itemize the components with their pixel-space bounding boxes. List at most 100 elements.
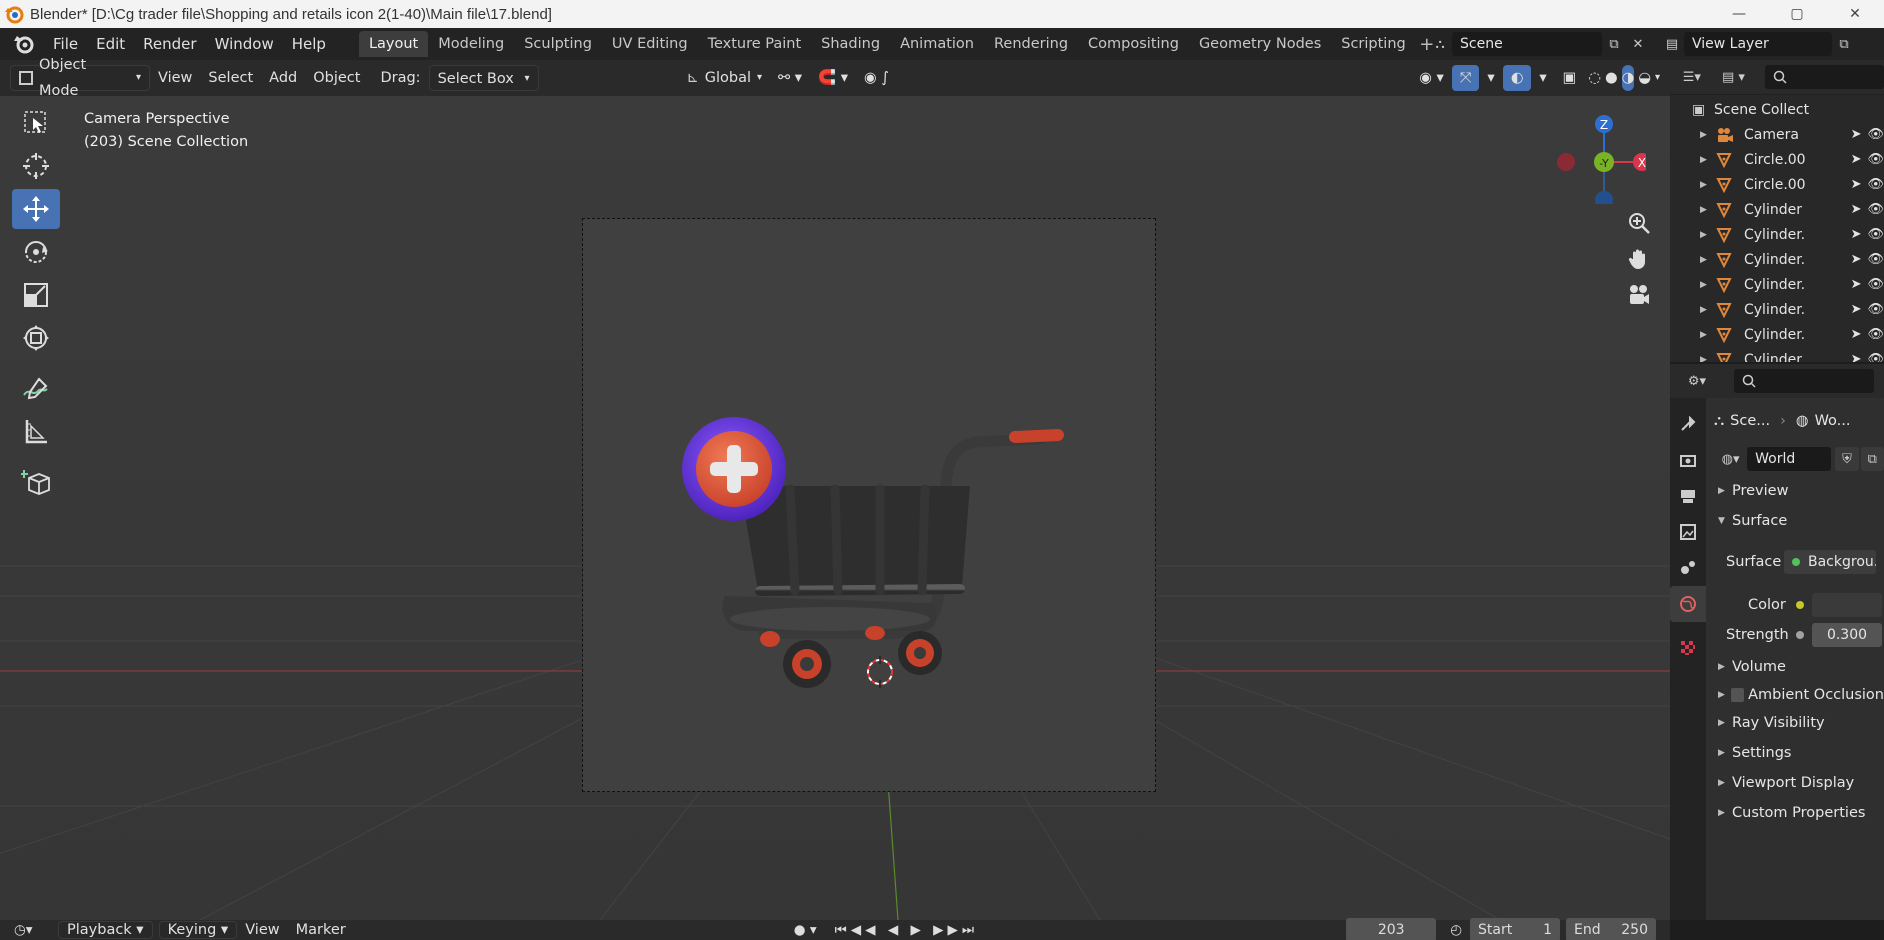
overlay-toggle-icon[interactable]: ◐ <box>1502 65 1532 91</box>
snap-icon[interactable]: 🧲 ▾ <box>810 65 856 91</box>
selectable-arrow-icon[interactable]: ➤ <box>1851 227 1862 242</box>
eye-visibility-icon[interactable]: 👁 <box>1867 202 1884 217</box>
measure-tool[interactable] <box>12 411 60 451</box>
selectable-arrow-icon[interactable]: ➤ <box>1851 202 1862 217</box>
solid-shading-icon[interactable]: ● <box>1605 65 1618 91</box>
outliner-item[interactable]: ▶ Cylinder.0 ➤ 👁 <box>1670 347 1884 362</box>
menu-window[interactable]: Window <box>206 28 283 60</box>
playback-menu[interactable]: Playback ▾ <box>58 921 153 939</box>
material-shading-icon[interactable]: ◑ <box>1621 65 1635 91</box>
selectable-arrow-icon[interactable]: ➤ <box>1851 277 1862 292</box>
eye-visibility-icon[interactable]: 👁 <box>1867 277 1884 292</box>
texture-tab[interactable] <box>1670 630 1706 666</box>
current-frame-field[interactable]: 203 <box>1346 918 1437 940</box>
wireframe-shading-icon[interactable]: ◌ <box>1588 65 1601 91</box>
section-ray-visibility[interactable]: ▶ Ray Visibility <box>1706 708 1884 738</box>
maximize-button[interactable]: ▢ <box>1768 0 1826 28</box>
tab-scripting[interactable]: Scripting <box>1331 31 1415 57</box>
transform-orientation-selector[interactable]: ⊾ Global ▾ <box>679 65 770 91</box>
scene-icon[interactable]: ⛬ <box>1428 32 1452 56</box>
tab-animation[interactable]: Animation <box>890 31 984 57</box>
eye-visibility-icon[interactable]: 👁 <box>1867 127 1884 142</box>
visibility-icon[interactable]: ◉ ▾ <box>1411 65 1452 91</box>
menu-help[interactable]: Help <box>283 28 335 60</box>
outliner-item[interactable]: ▶ Camera ➤ 👁 <box>1670 122 1884 147</box>
blender-menu-icon[interactable] <box>12 32 36 56</box>
world-tab[interactable] <box>1670 586 1706 622</box>
tab-uv-editing[interactable]: UV Editing <box>602 31 698 57</box>
pan-hand-icon[interactable] <box>1624 244 1654 274</box>
camera-view-icon[interactable] <box>1624 280 1654 310</box>
start-frame-field[interactable]: Start 1 <box>1470 918 1560 940</box>
selectable-arrow-icon[interactable]: ➤ <box>1851 177 1862 192</box>
expand-arrow-icon[interactable]: ▶ <box>1700 180 1714 190</box>
minimize-button[interactable]: — <box>1710 0 1768 28</box>
outliner-root[interactable]: ▣ Scene Collect <box>1670 97 1884 122</box>
display-mode-icon[interactable]: ▤ ▾ <box>1716 65 1752 89</box>
selectable-arrow-icon[interactable]: ➤ <box>1851 327 1862 342</box>
menu-select[interactable]: Select <box>200 65 261 91</box>
menu-view[interactable]: View <box>150 65 200 91</box>
clock-icon[interactable]: ◴ <box>1450 922 1462 938</box>
view-layer-field[interactable]: View Layer <box>1684 32 1832 56</box>
section-settings[interactable]: ▶ Settings <box>1706 738 1884 768</box>
expand-arrow-icon[interactable]: ▶ <box>1700 255 1714 265</box>
selectable-arrow-icon[interactable]: ➤ <box>1851 252 1862 267</box>
remove-scene-icon[interactable]: ✕ <box>1626 32 1650 56</box>
expand-arrow-icon[interactable]: ▶ <box>1700 155 1714 165</box>
copy-scene-icon[interactable]: ⧉ <box>1602 32 1626 56</box>
render-tab[interactable] <box>1670 442 1706 478</box>
color-swatch[interactable] <box>1812 593 1882 617</box>
tab-layout[interactable]: Layout <box>358 31 429 57</box>
eye-visibility-icon[interactable]: 👁 <box>1867 152 1884 167</box>
surface-shader-field[interactable]: Backgrou... <box>1784 550 1876 574</box>
world-browse-icon[interactable]: ◍▾ <box>1714 447 1747 471</box>
keying-menu[interactable]: Keying ▾ <box>158 921 238 939</box>
move-tool[interactable] <box>12 189 60 229</box>
fake-user-shield-icon[interactable]: ⛨ <box>1835 447 1859 471</box>
section-ambient-occlusion[interactable]: ▶ Ambient Occlusion <box>1706 682 1884 708</box>
properties-search-input[interactable] <box>1734 369 1874 393</box>
outliner-item[interactable]: ▶ Circle.003 ➤ 👁 <box>1670 147 1884 172</box>
outliner-item[interactable]: ▶ Cylinder ➤ 👁 <box>1670 197 1884 222</box>
ao-checkbox[interactable] <box>1731 688 1745 702</box>
proportional-edit-icon[interactable]: ◉ ∫ <box>856 65 897 91</box>
view-layer-icon[interactable]: ▤ <box>1660 32 1684 56</box>
menu-object[interactable]: Object <box>305 65 368 91</box>
tab-sculpting[interactable]: Sculpting <box>514 31 602 57</box>
rendered-shading-icon[interactable]: ◒ <box>1638 65 1651 91</box>
outliner-item[interactable]: ▶ Cylinder.0 ➤ 👁 <box>1670 297 1884 322</box>
transform-tool[interactable] <box>12 318 60 358</box>
shopping-cart-model[interactable] <box>670 381 1070 701</box>
tab-shading[interactable]: Shading <box>811 31 890 57</box>
selectable-arrow-icon[interactable]: ➤ <box>1851 302 1862 317</box>
section-volume[interactable]: ▶ Volume <box>1706 652 1884 682</box>
section-viewport-display[interactable]: ▶ Viewport Display <box>1706 768 1884 798</box>
outliner-editor-icon[interactable]: ☰▾ <box>1680 65 1704 89</box>
expand-arrow-icon[interactable]: ▶ <box>1700 330 1714 340</box>
expand-arrow-icon[interactable]: ▶ <box>1700 130 1714 140</box>
section-preview[interactable]: ▶ Preview <box>1706 476 1884 506</box>
copy-view-layer-icon[interactable]: ⧉ <box>1832 32 1856 56</box>
tool-tab[interactable] <box>1670 406 1706 442</box>
outliner-search-input[interactable] <box>1765 65 1884 89</box>
duplicate-world-icon[interactable]: ⧉ <box>1860 447 1884 471</box>
strength-field[interactable]: 0.300 <box>1812 623 1882 647</box>
eye-visibility-icon[interactable]: 👁 <box>1867 352 1884 362</box>
expand-arrow-icon[interactable]: ▶ <box>1700 205 1714 215</box>
marker-menu[interactable]: Marker <box>288 921 354 939</box>
outliner-item[interactable]: ▶ Cylinder.0 ➤ 👁 <box>1670 222 1884 247</box>
tab-rendering[interactable]: Rendering <box>984 31 1078 57</box>
expand-arrow-icon[interactable]: ▶ <box>1700 280 1714 290</box>
annotate-tool[interactable] <box>12 368 60 408</box>
gizmo-toggle-icon[interactable]: ⤧ <box>1451 65 1480 91</box>
outliner-item[interactable]: ▶ Circle.008 ➤ 👁 <box>1670 172 1884 197</box>
eye-visibility-icon[interactable]: 👁 <box>1867 327 1884 342</box>
record-button[interactable]: ● ▾ <box>794 922 817 938</box>
output-tab[interactable] <box>1670 478 1706 514</box>
scene-field[interactable]: Scene <box>1452 32 1602 56</box>
scene-tab[interactable] <box>1670 550 1706 586</box>
selectable-arrow-icon[interactable]: ➤ <box>1851 127 1862 142</box>
section-custom-properties[interactable]: ▶ Custom Properties <box>1706 798 1884 828</box>
world-name-field[interactable]: World <box>1747 447 1832 471</box>
